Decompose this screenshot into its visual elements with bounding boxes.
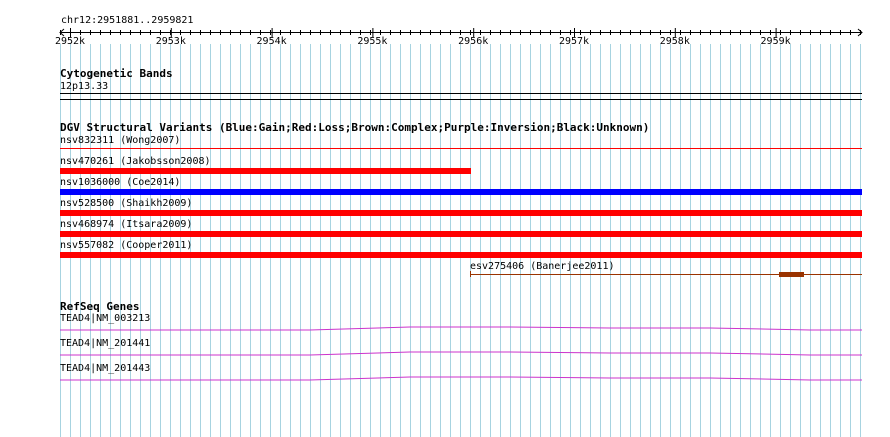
variant-label[interactable]: nsv557082 (Cooper2011) <box>60 241 192 251</box>
ruler-tick-label: 2952k <box>55 36 85 46</box>
variant-label[interactable]: esv275406 (Banerjee2011) <box>470 262 615 272</box>
ruler-tick-label: 2955k <box>357 36 387 46</box>
gene-transcript[interactable] <box>0 322 890 334</box>
ruler-tick-label: 2957k <box>559 36 589 46</box>
variant-bar-loss[interactable] <box>60 231 862 237</box>
variant-bar-loss[interactable] <box>60 168 471 174</box>
variant-bar-loss[interactable] <box>60 210 862 216</box>
variant-bar-gain[interactable] <box>60 189 862 195</box>
refseq-track-title: RefSeq Genes <box>60 300 140 313</box>
cytoband-bar-top <box>60 93 862 94</box>
gene-transcript[interactable] <box>0 347 890 359</box>
variant-start-tick <box>470 271 471 277</box>
variant-segment-complex[interactable] <box>779 272 804 277</box>
variant-label[interactable]: nsv470261 (Jakobsson2008) <box>60 157 211 167</box>
gene-transcript[interactable] <box>0 372 890 384</box>
variant-label[interactable]: nsv468974 (Itsara2009) <box>60 220 192 230</box>
dgv-track-title: DGV Structural Variants (Blue:Gain;Red:L… <box>60 121 650 134</box>
ruler-tick-label: 2953k <box>156 36 186 46</box>
ruler-tick-label: 2956k <box>458 36 488 46</box>
variant-label[interactable]: nsv1036000 (Coe2014) <box>60 178 180 188</box>
variant-label[interactable]: nsv832311 (Wong2007) <box>60 136 180 146</box>
variant-bar-loss[interactable] <box>60 148 862 149</box>
cytoband-label: 12p13.33 <box>60 81 109 92</box>
variant-label[interactable]: nsv528500 (Shaikh2009) <box>60 199 192 209</box>
variant-bar-loss[interactable] <box>60 252 862 258</box>
ruler-tick-label: 2959k <box>761 36 791 46</box>
cytoband-track-title: Cytogenetic Bands <box>60 67 173 80</box>
cytoband-bar-bottom <box>60 99 862 100</box>
ruler-tick-label: 2958k <box>660 36 690 46</box>
ruler: 2952k 2953k 2954k 2955k 2956k 2957k 2958k 2959k <box>55 28 863 46</box>
ruler-tick-label: 2954k <box>257 36 287 46</box>
